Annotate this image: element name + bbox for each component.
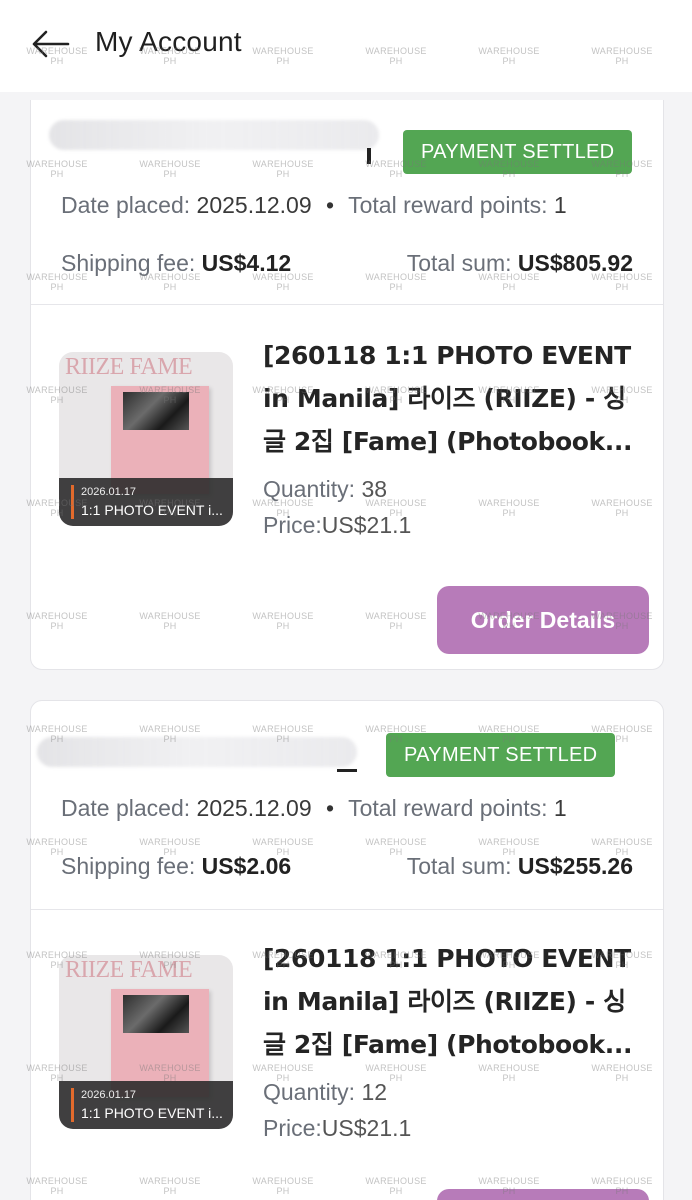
top-app-bar: My Account: [0, 0, 692, 92]
total-sum-value: US$255.26: [517, 853, 633, 879]
arrow-left-icon: [32, 30, 70, 58]
album-cover-title: RIIZE FAME: [65, 957, 193, 983]
date-placed-value: 2025.12.09: [196, 192, 312, 218]
overlay-date: 2026.01.17: [81, 486, 137, 498]
price-row: Price:US$21.1: [263, 512, 411, 539]
product-title[interactable]: [260118 1:1 PHOTO EVENT in Manila] 라이즈 (…: [263, 937, 633, 1066]
order-card: PAYMENT SETTLED Date placed: 2025.12.09 …: [30, 100, 664, 670]
total-sum-value: US$805.92: [517, 250, 633, 276]
price-value: US$21.1: [321, 1115, 412, 1141]
album-cover-title: RIIZE FAME: [65, 354, 193, 380]
redacted-mark: [367, 148, 371, 164]
price-label: Price:: [263, 1115, 322, 1141]
quantity-value: 12: [361, 1079, 388, 1105]
total-sum-label: Total sum:: [406, 853, 512, 879]
order-details-button[interactable]: Order Details: [437, 586, 649, 654]
redacted-order-number: [37, 737, 357, 767]
status-badge: PAYMENT SETTLED: [403, 130, 633, 174]
status-badge: PAYMENT SETTLED: [386, 733, 616, 777]
date-placed-value: 2025.12.09: [196, 795, 312, 821]
price-value: US$21.1: [321, 512, 412, 538]
redacted-mark: [337, 769, 357, 772]
back-button[interactable]: [28, 22, 72, 66]
divider: [31, 909, 663, 910]
product-title[interactable]: [260118 1:1 PHOTO EVENT in Manila] 라이즈 (…: [263, 334, 633, 463]
overlay-caption: 1:1 PHOTO EVENT i...: [81, 502, 223, 518]
order-totals-row: Shipping fee: US$4.12 Total sum: US$805.…: [61, 250, 633, 280]
quantity-label: Quantity:: [263, 1079, 356, 1105]
reward-points-value: 1: [553, 795, 567, 821]
product-thumbnail[interactable]: RIIZE FAME 2026.01.17 1:1 PHOTO EVENT i.…: [59, 352, 233, 526]
order-meta-row: Date placed: 2025.12.09 • Total reward p…: [61, 192, 567, 219]
quantity-label: Quantity:: [263, 476, 356, 502]
thumbnail-overlay: 2026.01.17 1:1 PHOTO EVENT i...: [59, 478, 233, 526]
page-title: My Account: [95, 26, 242, 57]
price-row: Price:US$21.1: [263, 1115, 411, 1142]
overlay-date: 2026.01.17: [81, 1089, 137, 1101]
reward-points-label: Total reward points:: [348, 795, 548, 821]
order-meta-row: Date placed: 2025.12.09 • Total reward p…: [61, 795, 567, 822]
reward-points-label: Total reward points:: [348, 192, 548, 218]
quantity-value: 38: [361, 476, 388, 502]
account-page: My Account PAYMENT SETTLED Date placed: …: [0, 0, 692, 1200]
order-details-button[interactable]: [437, 1189, 649, 1200]
divider: [31, 304, 663, 305]
shipping-fee-label: Shipping fee:: [61, 853, 196, 879]
overlay-accent-bar: [71, 485, 74, 519]
album-photo: [123, 392, 189, 430]
quantity-row: Quantity: 12: [263, 1079, 387, 1106]
shipping-fee-value: US$2.06: [201, 853, 292, 879]
album-photo: [123, 995, 189, 1033]
overlay-accent-bar: [71, 1088, 74, 1122]
product-thumbnail[interactable]: RIIZE FAME 2026.01.17 1:1 PHOTO EVENT i.…: [59, 955, 233, 1129]
overlay-caption: 1:1 PHOTO EVENT i...: [81, 1105, 223, 1121]
separator-dot: •: [326, 192, 335, 218]
redacted-order-number: [49, 120, 379, 150]
order-totals-row: Shipping fee: US$2.06 Total sum: US$255.…: [61, 853, 633, 883]
separator-dot: •: [326, 795, 335, 821]
price-label: Price:: [263, 512, 322, 538]
thumbnail-overlay: 2026.01.17 1:1 PHOTO EVENT i...: [59, 1081, 233, 1129]
date-placed-label: Date placed:: [61, 795, 191, 821]
shipping-fee-value: US$4.12: [201, 250, 292, 276]
total-sum-label: Total sum:: [406, 250, 512, 276]
shipping-fee-label: Shipping fee:: [61, 250, 196, 276]
order-card: PAYMENT SETTLED Date placed: 2025.12.09 …: [30, 700, 664, 1200]
reward-points-value: 1: [553, 192, 567, 218]
date-placed-label: Date placed:: [61, 192, 191, 218]
quantity-row: Quantity: 38: [263, 476, 387, 503]
